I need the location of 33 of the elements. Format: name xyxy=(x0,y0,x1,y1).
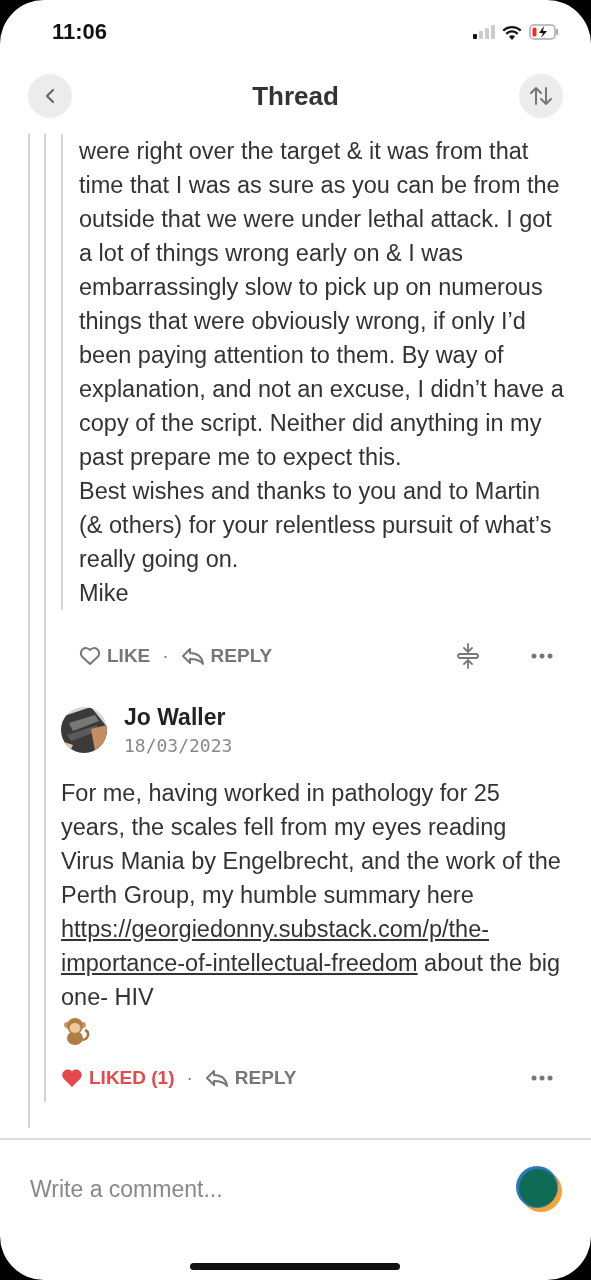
monkey-icon xyxy=(63,1016,91,1046)
more-icon[interactable] xyxy=(531,1075,553,1081)
reply-button[interactable]: REPLY xyxy=(204,1067,297,1089)
collapse-icon[interactable] xyxy=(455,643,481,669)
separator-dot: · xyxy=(186,1067,193,1089)
user-avatar-icon[interactable] xyxy=(515,1165,563,1213)
like-button[interactable]: LIKED (1) xyxy=(61,1067,175,1089)
comment-date: 18/03/2023 xyxy=(124,735,233,756)
link[interactable]: importance-of-intellectual-freedom xyxy=(61,950,418,976)
sort-arrows-icon xyxy=(530,86,552,106)
link[interactable]: https://georgiedonny.substack.com/p/the- xyxy=(61,916,490,942)
comment-text: Best wishes and thanks to you and to Martin (& others) for your relentless pursuit of what’s really going on. xyxy=(79,477,553,574)
comment-input[interactable]: Write a comment... xyxy=(30,1175,505,1203)
like-button[interactable]: LIKE xyxy=(79,645,151,667)
chevron-left-icon xyxy=(45,88,55,104)
reply-arrow-icon xyxy=(180,646,205,666)
heart-icon xyxy=(61,1068,83,1088)
header-title: Thread xyxy=(252,80,339,112)
status-time: 11:06 xyxy=(52,19,108,45)
signal-icon xyxy=(473,25,495,39)
battery-charging-icon xyxy=(529,24,559,40)
author-name[interactable]: Jo Waller xyxy=(124,704,233,731)
wifi-icon xyxy=(502,24,522,40)
separator-dot: · xyxy=(162,645,169,667)
comment-text: were right over the target & it was from that time that I was as sure as you can be from the outside that we were under lethal attack. I got a lot of things wrong early on & I was embarrassingly slow to pick up on numerous things that were obviously wrong, if only I’d been paying attention to them. By way of explanation, and not an excuse, I didn’t have a copy of the script. Neither did anything in my past prepare me to expect this. xyxy=(79,137,565,472)
reply-button[interactable]: REPLY xyxy=(180,645,273,667)
reply-arrow-icon xyxy=(204,1068,229,1088)
sort-button[interactable] xyxy=(519,74,563,118)
comment-text: For me, having worked in pathology for 25 years, the scales fell from my eyes reading Virus Mania by Engelbrecht, and the work of the Perth Group, my humble summary here https://georgiedonny.substack.com/p/the- importance-of-intellectual-freedom about the big one- HIV xyxy=(61,779,562,1012)
heart-icon xyxy=(79,646,101,666)
more-icon[interactable] xyxy=(531,653,553,659)
comment-text: Mike xyxy=(79,579,130,608)
back-button[interactable] xyxy=(28,74,72,118)
